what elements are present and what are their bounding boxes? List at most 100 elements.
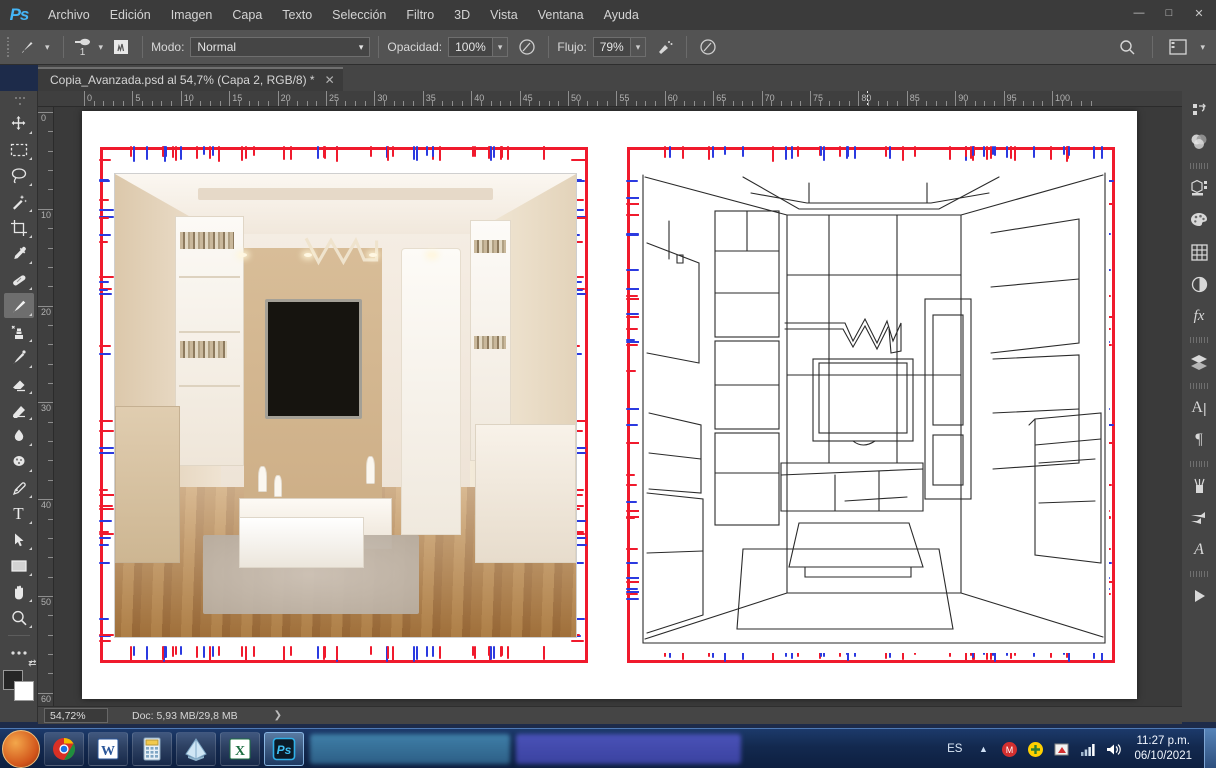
horizontal-ruler[interactable]: 0 5 10 15 20 25 30 35 40 45 50 55 60 65 70 75 80 85 90 95 10… [38, 91, 1182, 107]
layer-styles-fx-icon[interactable]: fx [1185, 301, 1213, 331]
taskbar-clock[interactable]: 11:27 p.m. 06/10/2021 [1126, 734, 1200, 764]
menu-item-filtro[interactable]: Filtro [396, 0, 444, 30]
maximize-button[interactable]: □ [1154, 0, 1184, 26]
hand-tool[interactable] [4, 579, 34, 604]
search-icon[interactable] [1114, 35, 1140, 59]
frame-tick-red [172, 146, 175, 158]
zoom-level-input[interactable]: 54,72% [44, 708, 108, 723]
menu-item-seleccion[interactable]: Selección [322, 0, 396, 30]
move-tool[interactable] [4, 111, 34, 136]
brush-preset-icon[interactable] [14, 35, 40, 59]
menu-item-edicion[interactable]: Edición [100, 0, 161, 30]
menu-item-archivo[interactable]: Archivo [38, 0, 100, 30]
network-tray-icon[interactable] [1077, 739, 1097, 759]
magic-wand-tool[interactable] [4, 189, 34, 214]
properties-panel-icon[interactable] [1185, 173, 1213, 203]
taskbar-window-2[interactable] [516, 733, 741, 764]
vertical-ruler[interactable]: 0 10 20 30 40 50 60 [38, 107, 54, 710]
ruler-tick [955, 91, 957, 106]
brush-preset-chevron-down-icon[interactable]: ▾ [40, 42, 55, 53]
word-taskbar-icon[interactable]: W [88, 731, 128, 766]
menu-item-ayuda[interactable]: Ayuda [594, 0, 649, 30]
rectangular-marquee-tool[interactable] [4, 137, 34, 162]
rectangle-shape-tool[interactable] [4, 553, 34, 578]
brush-size-icon[interactable]: 1 [72, 36, 94, 58]
eraser-tool[interactable] [4, 371, 34, 396]
brush-settings-panel-icon[interactable] [1185, 503, 1213, 533]
healing-brush-tool[interactable] [4, 267, 34, 292]
show-desktop-button[interactable] [1204, 729, 1216, 768]
smoothing-icon[interactable] [695, 35, 721, 59]
clone-stamp-tool[interactable] [4, 319, 34, 344]
start-button[interactable] [2, 729, 40, 768]
calculator-taskbar-icon[interactable] [132, 731, 172, 766]
type-tool[interactable]: T [4, 501, 34, 526]
gradient-tool[interactable] [4, 397, 34, 422]
options-bar-grip[interactable] [4, 36, 14, 58]
history-brush-tool[interactable] [4, 345, 34, 370]
path-selection-tool[interactable] [4, 527, 34, 552]
character-panel-icon[interactable]: A | [1185, 393, 1213, 423]
crop-tool[interactable] [4, 215, 34, 240]
color-wheel-icon[interactable] [1185, 127, 1213, 157]
opacity-chevron-down-icon[interactable]: ▾ [492, 37, 509, 57]
background-color-swatch[interactable] [13, 681, 34, 701]
history-panel-icon[interactable] [1185, 95, 1213, 125]
eyedropper-tool[interactable] [4, 241, 34, 266]
opacity-input[interactable]: 100% [448, 37, 493, 57]
blend-mode-select[interactable]: Normal ▾ [190, 37, 371, 57]
ruler-guide-marker[interactable] [867, 91, 869, 106]
paragraph-panel-icon[interactable]: ¶ [1185, 425, 1213, 455]
update-tray-icon[interactable] [1025, 739, 1045, 759]
brush-size-chevron-down-icon[interactable]: ▾ [94, 42, 109, 53]
taskbar-window-1[interactable] [310, 733, 510, 764]
minimize-button[interactable]: — [1124, 0, 1154, 26]
lasso-tool[interactable] [4, 163, 34, 188]
document-tab-close-icon[interactable]: ✕ [325, 73, 335, 87]
brush-tool[interactable] [3, 293, 34, 318]
layers-panel-icon[interactable] [1185, 347, 1213, 377]
menu-item-imagen[interactable]: Imagen [161, 0, 223, 30]
tools-panel-grip[interactable] [12, 97, 26, 107]
chrome-taskbar-icon[interactable] [44, 731, 84, 766]
mail-tray-icon[interactable]: M [999, 739, 1019, 759]
menu-item-vista[interactable]: Vista [480, 0, 528, 30]
pressure-opacity-icon[interactable] [514, 35, 540, 59]
canvas-area[interactable] [54, 107, 1182, 710]
workspace-chevron-down-icon[interactable]: ▾ [1195, 42, 1210, 53]
brushes-panel-icon[interactable] [1185, 471, 1213, 501]
grid-panel-icon[interactable] [1185, 237, 1213, 267]
close-button[interactable]: ✕ [1184, 0, 1214, 26]
airbrush-icon[interactable] [652, 35, 678, 59]
brush-panel-icon[interactable] [108, 35, 134, 59]
swatches-palette-icon[interactable] [1185, 205, 1213, 235]
tray-overflow-icon[interactable]: ▲ [973, 739, 993, 759]
menu-item-3d[interactable]: 3D [444, 0, 480, 30]
menu-item-texto[interactable]: Texto [272, 0, 322, 30]
actions-panel-icon[interactable] [1185, 581, 1213, 611]
volume-tray-icon[interactable] [1103, 739, 1123, 759]
styles-panel-icon[interactable]: A [1185, 535, 1213, 565]
workspace-layout-icon[interactable] [1165, 35, 1191, 59]
ruler-minor-tick [500, 101, 502, 106]
excel-taskbar-icon[interactable]: X [220, 731, 260, 766]
adjustments-panel-icon[interactable] [1185, 269, 1213, 299]
flow-input[interactable]: 79% [592, 37, 631, 57]
language-indicator[interactable]: ES [939, 743, 970, 755]
menu-item-ventana[interactable]: Ventana [528, 0, 594, 30]
frame-tick-blue [853, 146, 856, 160]
swap-colors-icon[interactable]: ⇄ [28, 658, 36, 669]
flow-chevron-down-icon[interactable]: ▾ [630, 37, 647, 57]
document-tab[interactable]: Copia_Avanzada.psd al 54,7% (Capa 2, RGB… [38, 67, 343, 91]
blur-tool[interactable] [4, 423, 34, 448]
dodge-burn-sponge-tool[interactable] [4, 449, 34, 474]
menu-item-capa[interactable]: Capa [222, 0, 272, 30]
antivirus-tray-icon[interactable] [1051, 739, 1071, 759]
zoom-tool[interactable] [4, 605, 34, 630]
color-swatches[interactable]: ⇄ [2, 658, 37, 701]
notepad-taskbar-icon[interactable] [176, 731, 216, 766]
document-canvas[interactable] [82, 111, 1137, 699]
photoshop-taskbar-icon[interactable]: Ps [264, 731, 304, 766]
pen-tool[interactable] [4, 475, 34, 500]
status-expand-icon[interactable]: ❯ [274, 710, 282, 721]
